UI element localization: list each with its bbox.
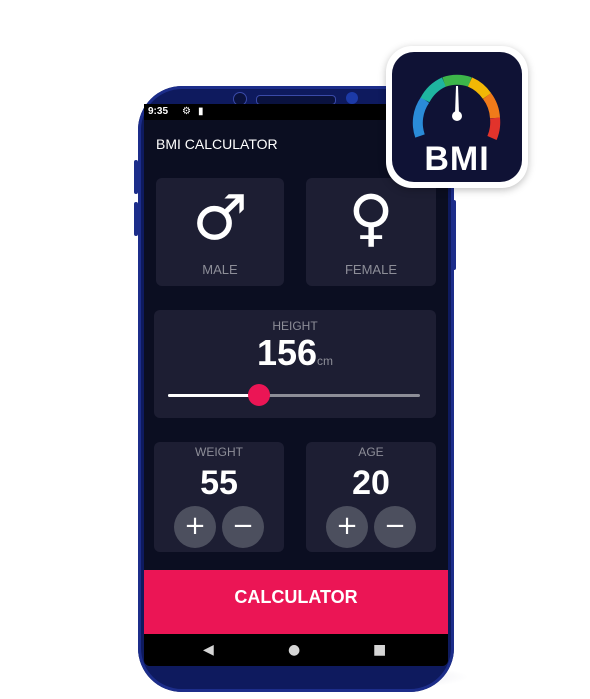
female-icon: ♀ — [348, 181, 394, 254]
height-slider-thumb[interactable] — [247, 384, 270, 406]
male-icon: ♂ — [192, 181, 248, 254]
bmi-icon-text: BMI — [424, 140, 490, 178]
android-nav-bar: ◀ ● ■ — [144, 634, 448, 666]
age-decrement-button[interactable]: − — [374, 506, 416, 548]
gauge-hub — [452, 111, 462, 121]
weight-decrement-button[interactable]: − — [222, 506, 264, 548]
age-label: AGE — [358, 445, 384, 459]
gauge-needle — [455, 86, 459, 114]
age-value: 20 — [352, 464, 390, 502]
weight-label: WEIGHT — [195, 445, 243, 459]
gauge-arc-red — [487, 117, 501, 140]
age-increment-button[interactable]: + — [326, 506, 368, 548]
phone-side-button-left-2 — [134, 202, 138, 236]
settings-gear-icon: ⚙ — [182, 106, 191, 117]
height-slider-fill — [168, 394, 259, 397]
gauge-arc-blue — [412, 97, 430, 138]
front-camera — [346, 92, 358, 104]
gauge-arc-orange — [482, 92, 500, 119]
height-label: HEIGHT — [272, 319, 318, 333]
height-card: HEIGHT 156cm — [154, 310, 436, 418]
height-slider[interactable] — [168, 384, 420, 406]
recents-icon[interactable]: ■ — [373, 642, 386, 658]
phone-side-button-right — [452, 200, 456, 270]
status-time: 9:35 — [148, 106, 169, 117]
gauge-arc-yellow — [467, 77, 492, 100]
height-value: 156 — [256, 332, 318, 373]
app-title: BMI CALCULATOR — [156, 136, 278, 152]
weight-card: WEIGHT 55 + − — [154, 442, 284, 552]
bmi-app-icon: BMI — [386, 46, 528, 188]
home-icon[interactable]: ● — [288, 642, 300, 658]
sd-card-icon: ▮ — [198, 106, 204, 117]
app-screen: 9:35 ⚙ ▮ BMI CALCULATOR ♂ MALE ♀ FEMALE … — [144, 104, 448, 666]
height-value-display: 156cm — [154, 332, 436, 374]
back-icon[interactable]: ◀ — [203, 642, 214, 658]
female-label: FEMALE — [344, 262, 397, 277]
weight-value: 55 — [200, 464, 238, 502]
phone-side-button-left — [134, 160, 138, 194]
bmi-app-icon-tile: BMI — [392, 52, 522, 182]
male-label: MALE — [202, 262, 238, 277]
height-unit: cm — [317, 354, 334, 368]
gauge-arc-teal — [420, 77, 447, 103]
calculate-button[interactable]: CALCULATOR — [144, 570, 448, 634]
female-card[interactable]: ♀ FEMALE — [306, 178, 436, 286]
age-card: AGE 20 + − — [306, 442, 436, 552]
weight-increment-button[interactable]: + — [174, 506, 216, 548]
male-card[interactable]: ♂ MALE — [156, 178, 284, 286]
gauge-arc-green — [442, 74, 472, 87]
